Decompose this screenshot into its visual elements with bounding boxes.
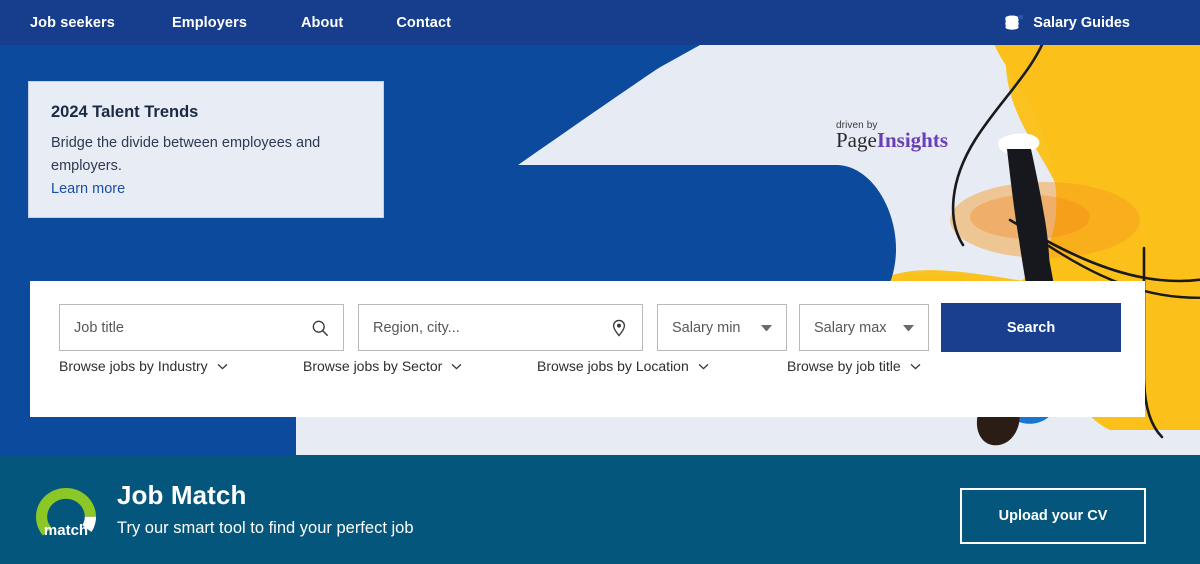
talent-trends-description: Bridge the divide between employees and … [51, 134, 321, 175]
svg-text:match: match [44, 522, 88, 539]
talent-trends-title: 2024 Talent Trends [51, 103, 199, 121]
chevron-down-icon [217, 363, 228, 369]
search-fields-row: Job title Region, city... Salary min Sal… [59, 303, 1121, 352]
salary-guides-label: Salary Guides [1033, 14, 1130, 31]
search-icon [312, 320, 328, 336]
job-match-subtitle: Try our smart tool to find your perfect … [117, 518, 414, 537]
job-title-input[interactable]: Job title [59, 304, 344, 351]
search-button[interactable]: Search [941, 303, 1121, 352]
browse-by-industry-label: Browse jobs by Industry [59, 358, 208, 374]
browse-by-location[interactable]: Browse jobs by Location [537, 358, 709, 374]
browse-by-job-title[interactable]: Browse by job title [787, 358, 921, 374]
job-match-title: Job Match [117, 480, 247, 510]
brand-insights-text: Insights [876, 128, 949, 152]
salary-min-select[interactable]: Salary min [657, 304, 787, 351]
upload-cv-button[interactable]: Upload your CV [960, 488, 1146, 544]
browse-by-sector-label: Browse jobs by Sector [303, 358, 443, 374]
coins-stack-icon [1005, 15, 1024, 30]
browse-by-industry[interactable]: Browse jobs by Industry [59, 358, 228, 374]
location-pin-icon [612, 319, 626, 337]
browse-jobs-row: Browse jobs by Industry Browse jobs by S… [59, 358, 1119, 388]
chevron-down-icon [698, 363, 709, 369]
chevron-down-icon [903, 324, 914, 331]
chevron-down-icon [910, 363, 921, 369]
talent-trends-card[interactable]: 2024 Talent Trends Bridge the divide bet… [28, 81, 384, 218]
page-insights-wordmark: PageInsights [836, 130, 948, 151]
nav-link-job-seekers[interactable]: Job seekers [30, 15, 115, 31]
brand-page-text: Page [836, 128, 877, 152]
nav-link-employers[interactable]: Employers [172, 15, 247, 31]
region-city-input[interactable]: Region, city... [358, 304, 643, 351]
nav-links-group: Job seekers Employers About Contact [30, 0, 451, 45]
salary-max-select[interactable]: Salary max [799, 304, 929, 351]
chevron-down-icon [761, 324, 772, 331]
salary-guides-button[interactable]: Salary Guides [1004, 0, 1130, 45]
salary-min-label: Salary min [672, 319, 741, 336]
salary-max-label: Salary max [814, 319, 887, 336]
browse-by-location-label: Browse jobs by Location [537, 358, 689, 374]
nav-link-contact[interactable]: Contact [396, 15, 451, 31]
job-match-text-block: Job Match Try our smart tool to find you… [117, 481, 414, 538]
page-insights-logo: driven by PageInsights [836, 120, 948, 151]
page-root: 2024 Talent Trends Bridge the divide bet… [0, 0, 1200, 564]
learn-more-link[interactable]: Learn more [51, 181, 125, 197]
chevron-down-icon [451, 363, 462, 369]
job-search-panel: Job title Region, city... Salary min Sal… [30, 281, 1145, 417]
job-match-logo-icon: match [36, 488, 96, 539]
browse-by-sector[interactable]: Browse jobs by Sector [303, 358, 462, 374]
browse-by-job-title-label: Browse by job title [787, 358, 901, 374]
nav-link-about[interactable]: About [301, 15, 343, 31]
job-title-placeholder: Job title [74, 319, 124, 336]
top-navigation-bar: Job seekers Employers About Contact Sala… [0, 0, 1200, 45]
region-placeholder: Region, city... [373, 319, 460, 336]
